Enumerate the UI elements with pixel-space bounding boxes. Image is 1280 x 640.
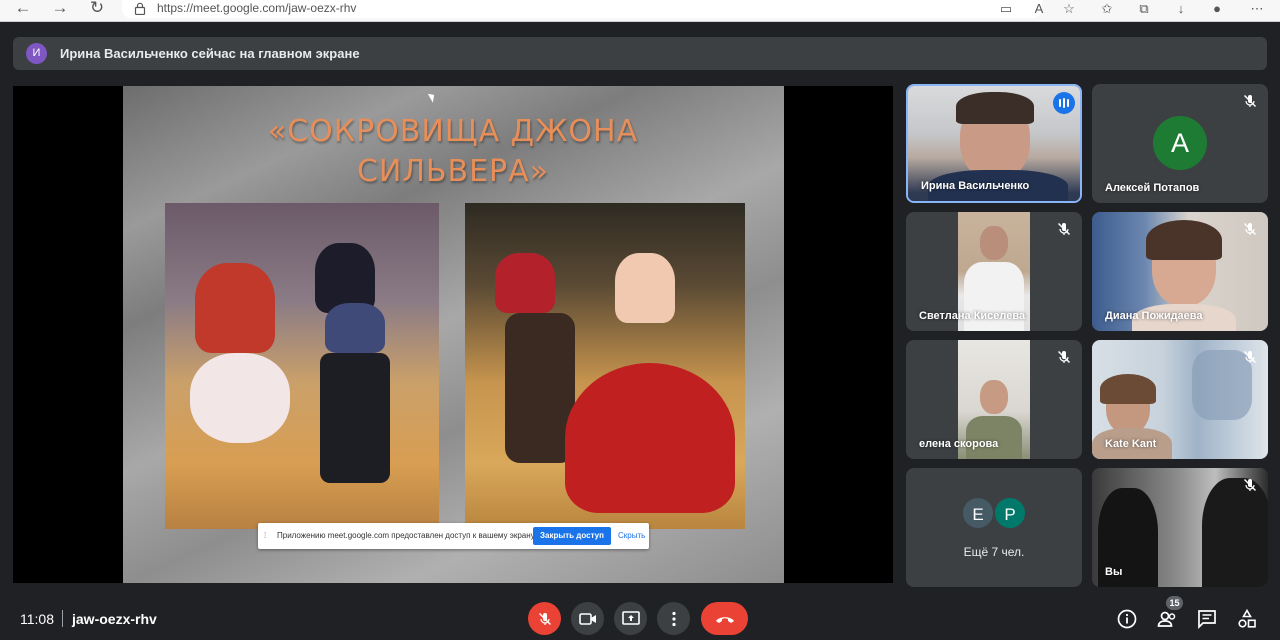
avatar: А [1153,116,1207,170]
more-icon[interactable]: ⋯ [1248,1,1266,17]
camera-icon[interactable]: ▭ [997,1,1015,17]
photo-figure [615,253,675,323]
self-view-tile[interactable]: Вы [1092,468,1268,587]
favorites-icon[interactable]: ✩ [1098,1,1116,17]
mic-off-icon [538,612,551,625]
avatar: И [26,43,47,64]
browser-toolbar: ← → ↻ https://meet.google.com/jaw-oezx-r… [0,0,1280,22]
participant-tile[interactable]: Kate Kant [1092,340,1268,459]
participant-count-badge: 15 [1166,596,1183,610]
present-screen-icon [621,610,640,625]
photo-figure [565,363,735,513]
photo-figure [325,303,385,353]
slide-photo-pirates-right [465,203,745,529]
participant-name: Вы [1105,566,1123,578]
chat-icon[interactable] [1196,608,1218,630]
present-screen-button[interactable] [614,602,647,635]
presentation-stage: «СОКРОВИЩА ДЖОНА СИЛЬВЕРА» ⁞ Приложению … [13,86,893,583]
photo-figure [1202,478,1268,587]
activities-icon[interactable] [1236,608,1258,630]
download-icon[interactable]: ↓ [1172,1,1190,17]
mic-off-icon [1244,479,1256,491]
participant-name: елена скорова [919,438,999,450]
photo-figure [980,380,1008,414]
speaking-indicator-icon [1053,92,1075,114]
meeting-code: jaw-oezx-rhv [72,611,157,627]
screen-share-notice: ⁞ Приложению meet.google.com предоставле… [258,523,649,549]
more-participants-tile[interactable]: Е Р Ещё 7 чел. [906,468,1082,587]
url-text: https://meet.google.com/jaw-oezx-rhv [157,1,357,15]
collections-icon[interactable]: ⧉ [1135,1,1153,17]
mic-off-icon [1058,351,1070,363]
clock: 11:08 [20,611,54,627]
participant-name: Kate Kant [1105,438,1157,450]
hide-button[interactable]: Скрыть [618,531,645,540]
more-participants-label: Ещё 7 чел. [963,545,1025,559]
photo-figure [320,353,390,483]
address-bar[interactable]: https://meet.google.com/jaw-oezx-rhv [122,0,1042,18]
read-aloud-icon[interactable]: A [1030,1,1048,17]
share-notice-text: Приложению meet.google.com предоставлен … [277,531,537,540]
forward-icon[interactable]: → [49,0,71,18]
mic-toggle-button[interactable] [528,602,561,635]
participant-tile[interactable]: елена скорова [906,340,1082,459]
back-icon[interactable]: ← [12,0,34,18]
more-options-button[interactable] [657,602,690,635]
presenting-text: Ирина Васильченко сейчас на главном экра… [60,46,360,61]
more-vert-icon [671,611,676,626]
info-icon[interactable] [1116,608,1138,630]
avatar: Р [993,496,1027,530]
slide-photo-pirates-left [165,203,439,529]
participant-name: Светлана Киселева [919,310,1026,322]
reload-icon[interactable]: ↻ [86,0,108,18]
mouse-cursor [427,91,438,103]
participant-tile[interactable]: Светлана Киселева [906,212,1082,331]
participant-name: Алексей Потапов [1105,182,1200,194]
mic-off-icon [1244,95,1256,107]
divider [62,610,63,627]
hang-up-icon [715,616,734,623]
stop-sharing-button[interactable]: Закрыть доступ [533,527,611,545]
participant-tile[interactable]: Ирина Васильченко [906,84,1082,203]
photo-figure [980,226,1008,260]
avatar: Е [961,496,995,530]
participant-name: Диана Пожидаева [1105,310,1203,322]
photo-figure [495,253,555,313]
photo-figure [1100,374,1156,404]
photo-figure [956,92,1034,124]
photo-figure [190,353,290,443]
extension-icon[interactable]: ☆ [1060,1,1078,17]
photo-figure [195,263,275,353]
bottom-control-bar: 11:08 jaw-oezx-rhv 15 [0,596,1280,640]
video-camera-icon [578,612,596,625]
mic-off-icon [1058,223,1070,235]
profile-icon[interactable]: ● [1208,1,1226,17]
photo-figure [1146,220,1222,260]
presenting-banner: И Ирина Васильченко сейчас на главном эк… [13,37,1267,70]
mic-off-icon [1244,223,1256,235]
lock-icon [134,2,146,15]
drag-handle-icon[interactable]: ⁞ [264,531,266,540]
participant-tile[interactable]: А Алексей Потапов [1092,84,1268,203]
leave-call-button[interactable] [701,602,748,635]
participant-name: Ирина Васильченко [921,180,1030,192]
participant-tile[interactable]: Диана Пожидаева [1092,212,1268,331]
camera-toggle-button[interactable] [571,602,604,635]
people-icon[interactable] [1156,608,1178,630]
slide-title: «СОКРОВИЩА ДЖОНА СИЛЬВЕРА» [267,114,639,189]
mic-off-icon [1244,351,1256,363]
presentation-slide: «СОКРОВИЩА ДЖОНА СИЛЬВЕРА» ⁞ Приложению … [123,86,784,583]
